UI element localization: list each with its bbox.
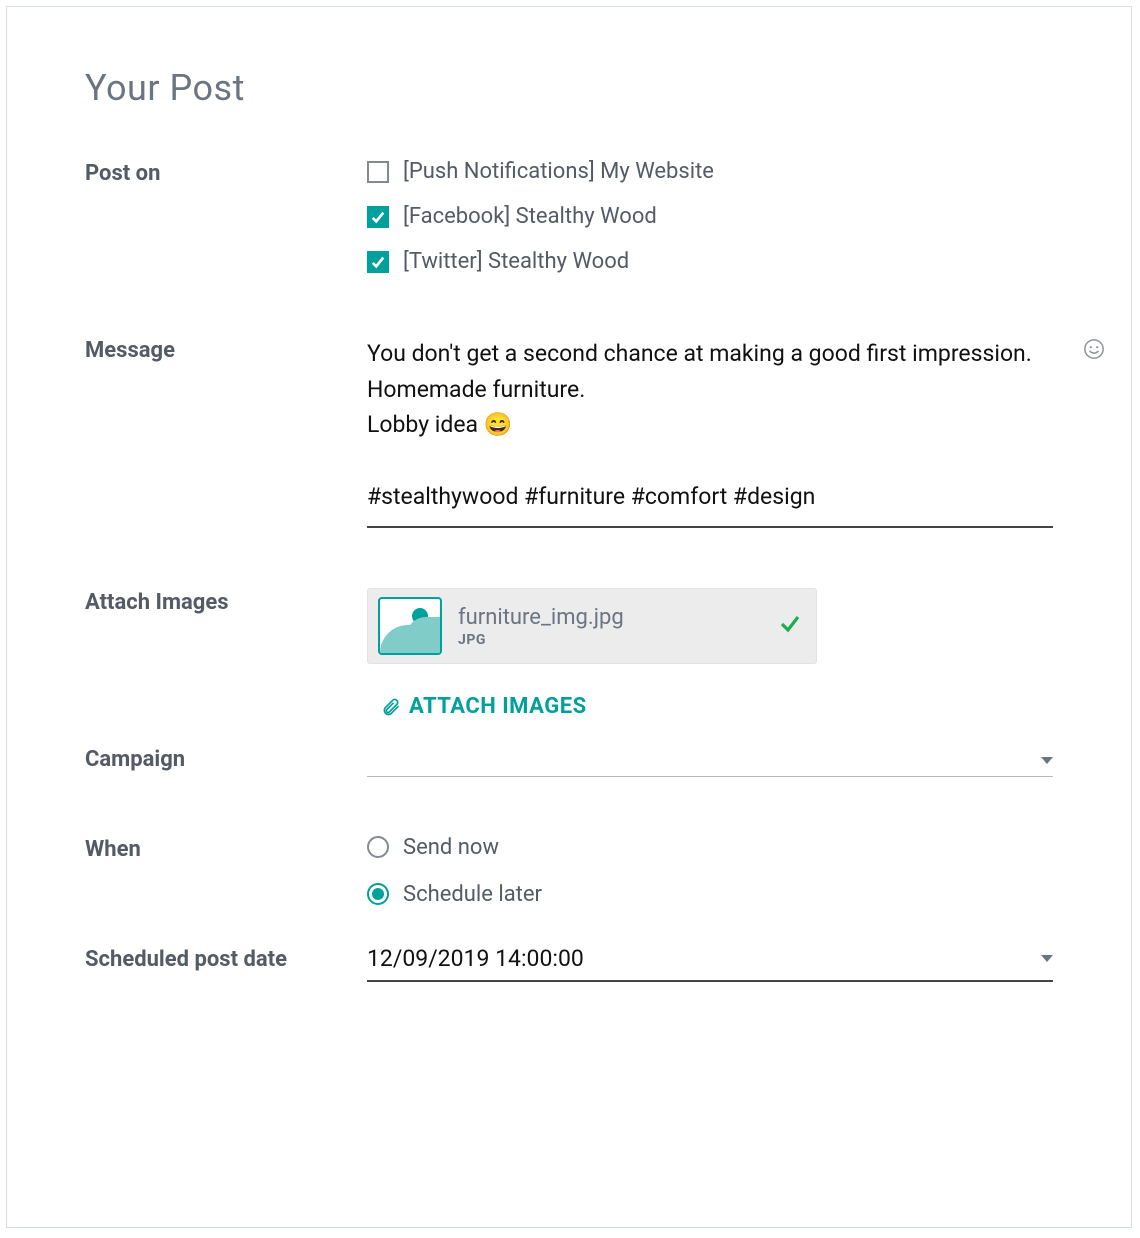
checkbox-label: [Push Notifications] My Website: [403, 159, 714, 184]
row-scheduled-date: Scheduled post date 12/09/2019 14:00:00: [85, 945, 1053, 982]
attach-images-label: ATTACH IMAGES: [409, 694, 587, 719]
radio-send-now[interactable]: Send now: [367, 835, 1053, 860]
post-form: Your Post Post on [Push Notifications] M…: [6, 6, 1132, 1228]
label-campaign: Campaign: [85, 745, 367, 772]
row-post-on: Post on [Push Notifications] My Website …: [85, 159, 1053, 274]
page-title: Your Post: [85, 67, 1053, 109]
checkbox-twitter[interactable]: [Twitter] Stealthy Wood: [367, 249, 1053, 274]
radio-icon: [367, 883, 389, 905]
row-attach-images: Attach Images furniture_img.jpg JPG: [85, 588, 1053, 723]
checkbox-icon: [367, 161, 389, 183]
image-thumbnail-icon: [378, 597, 442, 655]
emoji-picker-icon[interactable]: [1083, 338, 1105, 366]
attachment-filetype: JPG: [458, 632, 778, 648]
checkbox-facebook[interactable]: [Facebook] Stealthy Wood: [367, 204, 1053, 229]
row-when: When Send now Schedule later: [85, 835, 1053, 907]
radio-label: Schedule later: [403, 882, 542, 907]
row-message: Message You don't get a second chance at…: [85, 336, 1053, 528]
radio-schedule-later[interactable]: Schedule later: [367, 882, 1053, 907]
radio-label: Send now: [403, 835, 499, 860]
row-campaign: Campaign: [85, 745, 1053, 777]
label-when: When: [85, 835, 367, 862]
scheduled-date-value: 12/09/2019 14:00:00: [367, 945, 584, 972]
attach-images-button[interactable]: ATTACH IMAGES: [381, 694, 587, 719]
message-input[interactable]: You don't get a second chance at making …: [367, 336, 1053, 528]
attachment-chip[interactable]: furniture_img.jpg JPG: [367, 588, 817, 664]
checkbox-label: [Twitter] Stealthy Wood: [403, 249, 629, 274]
campaign-select[interactable]: [367, 745, 1053, 777]
attachment-info: furniture_img.jpg JPG: [458, 605, 778, 648]
label-attach-images: Attach Images: [85, 588, 367, 615]
chevron-down-icon: [1041, 955, 1053, 962]
chevron-down-icon: [1041, 757, 1053, 764]
scheduled-date-input[interactable]: 12/09/2019 14:00:00: [367, 945, 1053, 982]
message-text: You don't get a second chance at making …: [367, 336, 1053, 514]
post-on-options: [Push Notifications] My Website [Faceboo…: [367, 159, 1053, 274]
paperclip-icon: [381, 697, 401, 717]
label-message: Message: [85, 336, 367, 363]
checkbox-label: [Facebook] Stealthy Wood: [403, 204, 657, 229]
upload-success-icon: [778, 611, 802, 641]
radio-icon: [367, 836, 389, 858]
attachment-filename: furniture_img.jpg: [458, 605, 778, 630]
checkbox-push-notifications[interactable]: [Push Notifications] My Website: [367, 159, 1053, 184]
checkbox-icon: [367, 251, 389, 273]
label-post-on: Post on: [85, 159, 367, 186]
label-scheduled-date: Scheduled post date: [85, 945, 367, 972]
checkbox-icon: [367, 206, 389, 228]
